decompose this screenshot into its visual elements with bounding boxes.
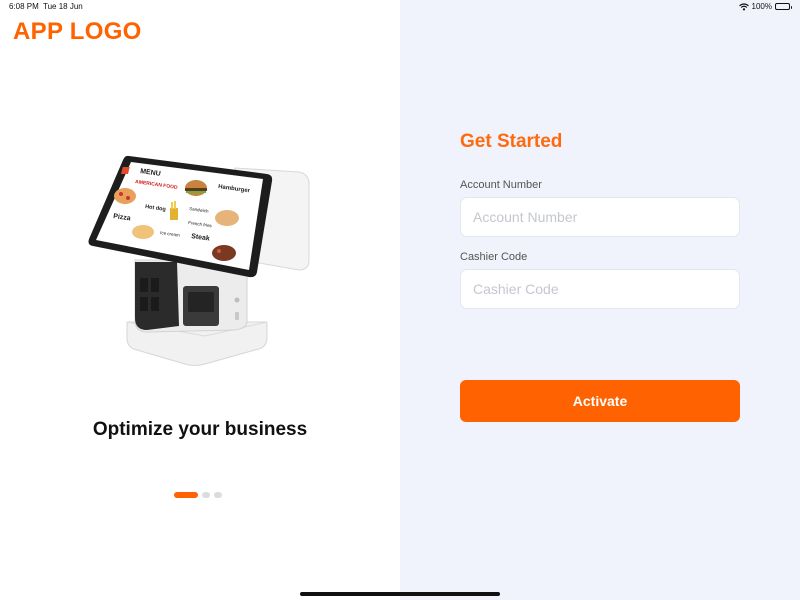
- cashier-code-label: Cashier Code: [460, 251, 528, 263]
- status-date: Tue 18 Jun: [43, 2, 83, 11]
- account-number-input[interactable]: [460, 197, 740, 237]
- status-indicators: 100%: [738, 2, 792, 11]
- cashier-code-input[interactable]: [460, 269, 740, 309]
- pager-dot[interactable]: [214, 492, 222, 498]
- onboarding-pager: [174, 492, 222, 498]
- status-bar: 6:08 PM Tue 18 Jun 100%: [0, 0, 800, 14]
- pager-dot-active[interactable]: [174, 492, 198, 498]
- wifi-icon: [738, 2, 749, 10]
- onboarding-panel: APP LOGO MENU AMERICAN FOOD Pizza Hambur…: [0, 0, 400, 600]
- battery-icon: [775, 3, 792, 10]
- pos-kiosk-illustration: MENU AMERICAN FOOD Pizza Hamburger Hot d…: [88, 155, 310, 366]
- activate-button[interactable]: Activate: [460, 380, 740, 422]
- app-logo: APP LOGO: [13, 18, 142, 45]
- pager-dot[interactable]: [202, 492, 210, 498]
- home-indicator[interactable]: [300, 592, 500, 596]
- account-number-label: Account Number: [460, 179, 542, 191]
- form-title: Get Started: [460, 131, 563, 152]
- battery-percent: 100%: [751, 2, 772, 11]
- status-time: 6:08 PM: [9, 2, 39, 11]
- onboarding-tagline: Optimize your business: [92, 419, 308, 440]
